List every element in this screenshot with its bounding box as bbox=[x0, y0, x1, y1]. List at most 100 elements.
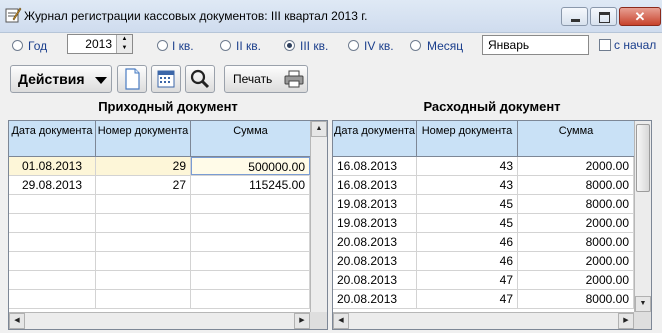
cell-date[interactable] bbox=[9, 214, 96, 232]
cell-date[interactable] bbox=[9, 233, 96, 251]
scroll-left-icon[interactable]: ◀ bbox=[333, 313, 349, 329]
close-button[interactable]: ✕ bbox=[619, 7, 661, 26]
cell-sum[interactable]: 2000.00 bbox=[518, 271, 634, 289]
print-button[interactable]: Печать bbox=[224, 65, 308, 93]
cell-date[interactable]: 19.08.2013 bbox=[333, 214, 417, 232]
cell-date[interactable] bbox=[9, 252, 96, 270]
radio-q2[interactable] bbox=[220, 40, 231, 51]
from-start-checkbox[interactable] bbox=[599, 39, 611, 51]
cell-number[interactable] bbox=[96, 233, 191, 251]
cell-sum[interactable]: 115245.00 bbox=[191, 176, 310, 194]
cell-date[interactable] bbox=[9, 195, 96, 213]
column-header-number[interactable]: Номер документа bbox=[417, 121, 518, 156]
cell-date[interactable]: 01.08.2013 bbox=[9, 157, 96, 175]
cell-number[interactable] bbox=[96, 195, 191, 213]
scroll-thumb[interactable] bbox=[636, 124, 650, 192]
scroll-right-icon[interactable]: ▶ bbox=[618, 313, 634, 329]
cell-date[interactable]: 29.08.2013 bbox=[9, 176, 96, 194]
table-row[interactable]: 16.08.2013 43 8000.00 bbox=[333, 176, 634, 195]
cell-number[interactable] bbox=[96, 290, 191, 308]
cell-sum[interactable] bbox=[191, 290, 310, 308]
cell-sum[interactable]: 2000.00 bbox=[518, 252, 634, 270]
maximize-button[interactable] bbox=[590, 7, 617, 26]
outgoing-documents-grid[interactable]: Дата документа Номер документа Сумма 16.… bbox=[332, 120, 652, 330]
year-value[interactable]: 2013 bbox=[85, 37, 112, 51]
radio-year[interactable] bbox=[12, 40, 23, 51]
cell-number[interactable] bbox=[96, 252, 191, 270]
month-field[interactable]: Январь bbox=[482, 35, 589, 55]
table-row[interactable]: 20.08.2013 47 8000.00 bbox=[333, 290, 634, 309]
cell-date[interactable] bbox=[9, 271, 96, 289]
column-header-sum[interactable]: Сумма bbox=[518, 121, 635, 156]
year-spinbox[interactable]: 2013 ▲ ▼ bbox=[67, 34, 133, 54]
column-header-sum[interactable]: Сумма bbox=[191, 121, 311, 156]
cell-date[interactable]: 16.08.2013 bbox=[333, 176, 417, 194]
cell-number[interactable]: 47 bbox=[417, 290, 518, 308]
spin-down-icon[interactable]: ▼ bbox=[116, 44, 132, 53]
cell-number[interactable]: 47 bbox=[417, 271, 518, 289]
cell-number[interactable]: 43 bbox=[417, 157, 518, 175]
table-row[interactable]: 19.08.2013 45 2000.00 bbox=[333, 214, 634, 233]
outgoing-horizontal-scrollbar[interactable]: ◀ ▶ bbox=[333, 312, 634, 329]
radio-q1[interactable] bbox=[157, 40, 168, 51]
scroll-down-icon[interactable]: ▼ bbox=[635, 296, 651, 312]
radio-month-label[interactable]: Месяц bbox=[427, 39, 463, 53]
table-row[interactable]: 19.08.2013 45 8000.00 bbox=[333, 195, 634, 214]
cell-number[interactable]: 43 bbox=[417, 176, 518, 194]
cell-number[interactable] bbox=[96, 271, 191, 289]
new-document-button[interactable] bbox=[117, 65, 147, 93]
incoming-documents-grid[interactable]: Дата документа Номер документа Сумма 01.… bbox=[8, 120, 328, 330]
cell-number[interactable]: 46 bbox=[417, 233, 518, 251]
cell-sum[interactable]: 2000.00 bbox=[518, 157, 634, 175]
table-row[interactable]: 29.08.2013 27 115245.00 bbox=[9, 176, 310, 195]
cell-sum[interactable] bbox=[191, 233, 310, 251]
cell-sum[interactable] bbox=[191, 271, 310, 289]
table-row[interactable]: 16.08.2013 43 2000.00 bbox=[333, 157, 634, 176]
cell-sum[interactable] bbox=[191, 195, 310, 213]
radio-q4[interactable] bbox=[348, 40, 359, 51]
month-value[interactable]: Январь bbox=[488, 38, 529, 52]
calendar-button[interactable] bbox=[151, 65, 181, 93]
scroll-up-icon[interactable]: ▲ bbox=[311, 121, 327, 137]
cell-sum[interactable] bbox=[191, 252, 310, 270]
cell-number[interactable]: 29 bbox=[96, 157, 191, 175]
cell-number[interactable]: 45 bbox=[417, 195, 518, 213]
cell-number[interactable]: 27 bbox=[96, 176, 191, 194]
scroll-right-icon[interactable]: ▶ bbox=[294, 313, 310, 329]
column-header-date[interactable]: Дата документа bbox=[333, 121, 417, 156]
radio-q2-label[interactable]: II кв. bbox=[236, 39, 261, 53]
radio-q4-label[interactable]: IV кв. bbox=[364, 39, 394, 53]
table-row[interactable]: 20.08.2013 47 2000.00 bbox=[333, 271, 634, 290]
cell-sum[interactable]: 8000.00 bbox=[518, 176, 634, 194]
radio-q3-label[interactable]: III кв. bbox=[300, 39, 328, 53]
cell-sum[interactable]: 500000.00 bbox=[191, 157, 310, 175]
cell-date[interactable]: 20.08.2013 bbox=[333, 290, 417, 308]
cell-sum[interactable] bbox=[191, 214, 310, 232]
scroll-left-icon[interactable]: ◀ bbox=[9, 313, 25, 329]
table-row[interactable]: 20.08.2013 46 2000.00 bbox=[333, 252, 634, 271]
column-header-number[interactable]: Номер документа bbox=[96, 121, 191, 156]
cell-date[interactable]: 16.08.2013 bbox=[333, 157, 417, 175]
minimize-button[interactable] bbox=[561, 7, 588, 26]
cell-number[interactable] bbox=[96, 214, 191, 232]
cell-sum[interactable]: 8000.00 bbox=[518, 290, 634, 308]
cell-date[interactable]: 20.08.2013 bbox=[333, 252, 417, 270]
cell-sum[interactable]: 8000.00 bbox=[518, 233, 634, 251]
cell-date[interactable]: 20.08.2013 bbox=[333, 233, 417, 251]
radio-q3[interactable] bbox=[284, 40, 295, 51]
cell-sum[interactable]: 8000.00 bbox=[518, 195, 634, 213]
column-header-date[interactable]: Дата документа bbox=[9, 121, 96, 156]
table-row[interactable]: 01.08.2013 29 500000.00 bbox=[9, 157, 310, 176]
cell-date[interactable]: 20.08.2013 bbox=[333, 271, 417, 289]
cell-date[interactable]: 19.08.2013 bbox=[333, 195, 417, 213]
table-row[interactable]: 20.08.2013 46 8000.00 bbox=[333, 233, 634, 252]
actions-menu-button[interactable]: Действия bbox=[10, 65, 112, 93]
cell-number[interactable]: 46 bbox=[417, 252, 518, 270]
cell-number[interactable]: 45 bbox=[417, 214, 518, 232]
radio-year-label[interactable]: Год bbox=[28, 39, 47, 53]
incoming-horizontal-scrollbar[interactable]: ◀ ▶ bbox=[9, 312, 310, 329]
cell-date[interactable] bbox=[9, 290, 96, 308]
cell-sum[interactable]: 2000.00 bbox=[518, 214, 634, 232]
outgoing-vertical-scrollbar[interactable]: ▼ bbox=[634, 121, 651, 312]
radio-q1-label[interactable]: I кв. bbox=[172, 39, 194, 53]
